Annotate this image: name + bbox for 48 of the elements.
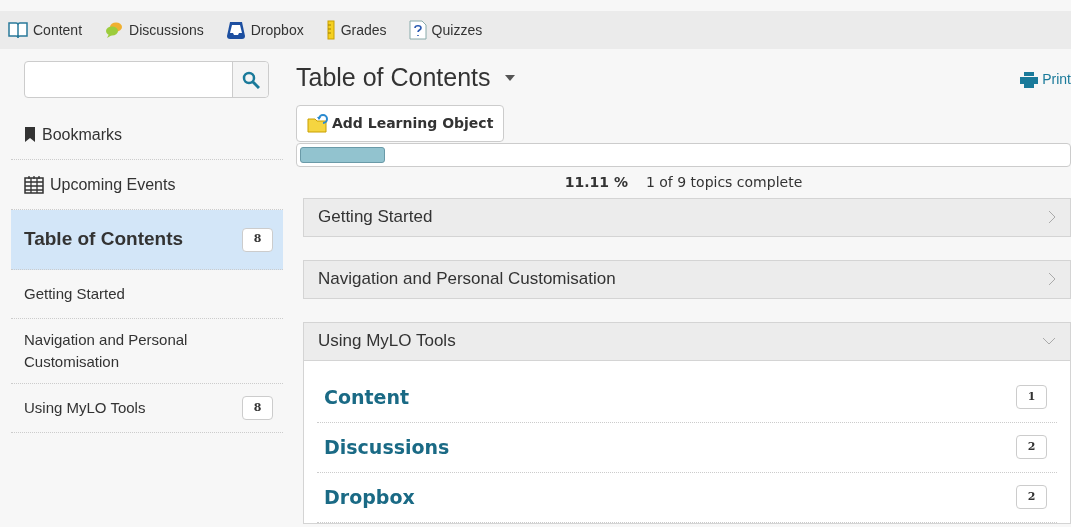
sidebar-item-label: Bookmarks [42,124,123,145]
count-badge: 8 [242,227,273,252]
calendar-icon [24,175,44,194]
sidebar-item-label: Getting Started [24,284,126,304]
chat-bubbles-icon [104,21,125,39]
topic-link[interactable]: Dropbox [324,482,415,512]
toolbar-link[interactable]: Dropbox [225,19,304,41]
question-page-icon [408,20,427,40]
search-field[interactable] [24,61,269,98]
sidebar-item[interactable]: Navigation and Personal Customisation [11,319,283,384]
toolbar-link[interactable]: Discussions [104,19,204,41]
chevron-right-icon [1048,272,1056,286]
section-header[interactable]: Getting Started [303,197,1071,237]
section-header[interactable]: Navigation and Personal Customisation [303,259,1071,299]
chevron-down-icon [1042,337,1056,345]
count-badge: 1 [1016,385,1047,409]
search-icon [241,70,260,89]
sidebar-item-label: Navigation and Personal Customisation [24,330,189,372]
section-header[interactable]: Using MyLO Tools [303,321,1071,361]
ruler-icon [325,20,336,40]
toolbar-link[interactable]: Grades [325,19,387,41]
folder-icon [307,113,329,133]
tray-icon [225,20,246,40]
search-button[interactable] [232,62,268,97]
toolbar-link[interactable]: Content [8,19,83,41]
sidebar-item[interactable]: Table of Contents 8 [11,210,283,270]
sidebar-item[interactable]: Using MyLO Tools 8 [11,384,283,433]
sidebar-item-label: Upcoming Events [50,174,176,195]
toolbar-link[interactable]: Quizzes [408,19,483,41]
page-title: Table of Contents [296,62,491,93]
count-badge: 8 [242,396,273,420]
topic-link[interactable]: Discussions [324,432,450,462]
count-badge: 2 [1016,485,1047,509]
sidebar-item-label: Using MyLO Tools [24,398,147,418]
add-learning-object-button[interactable]: Add Learning Object [296,104,505,142]
progress-summary: 1 of 9 topics complete [645,172,803,192]
progress-percent: 11.11 % [564,172,628,192]
caret-icon[interactable] [504,74,515,81]
chevron-right-icon [1048,210,1056,224]
topic-link[interactable]: Content [324,382,410,412]
count-badge: 2 [1016,435,1047,459]
sidebar-item[interactable]: Bookmarks [11,110,283,160]
print-link[interactable]: Print [1020,69,1071,90]
bookmark-icon [24,126,36,143]
book-icon [8,21,28,39]
sidebar-item-label: Table of Contents [24,227,185,252]
printer-icon [1020,71,1039,88]
sidebar-item[interactable]: Getting Started [11,270,283,319]
